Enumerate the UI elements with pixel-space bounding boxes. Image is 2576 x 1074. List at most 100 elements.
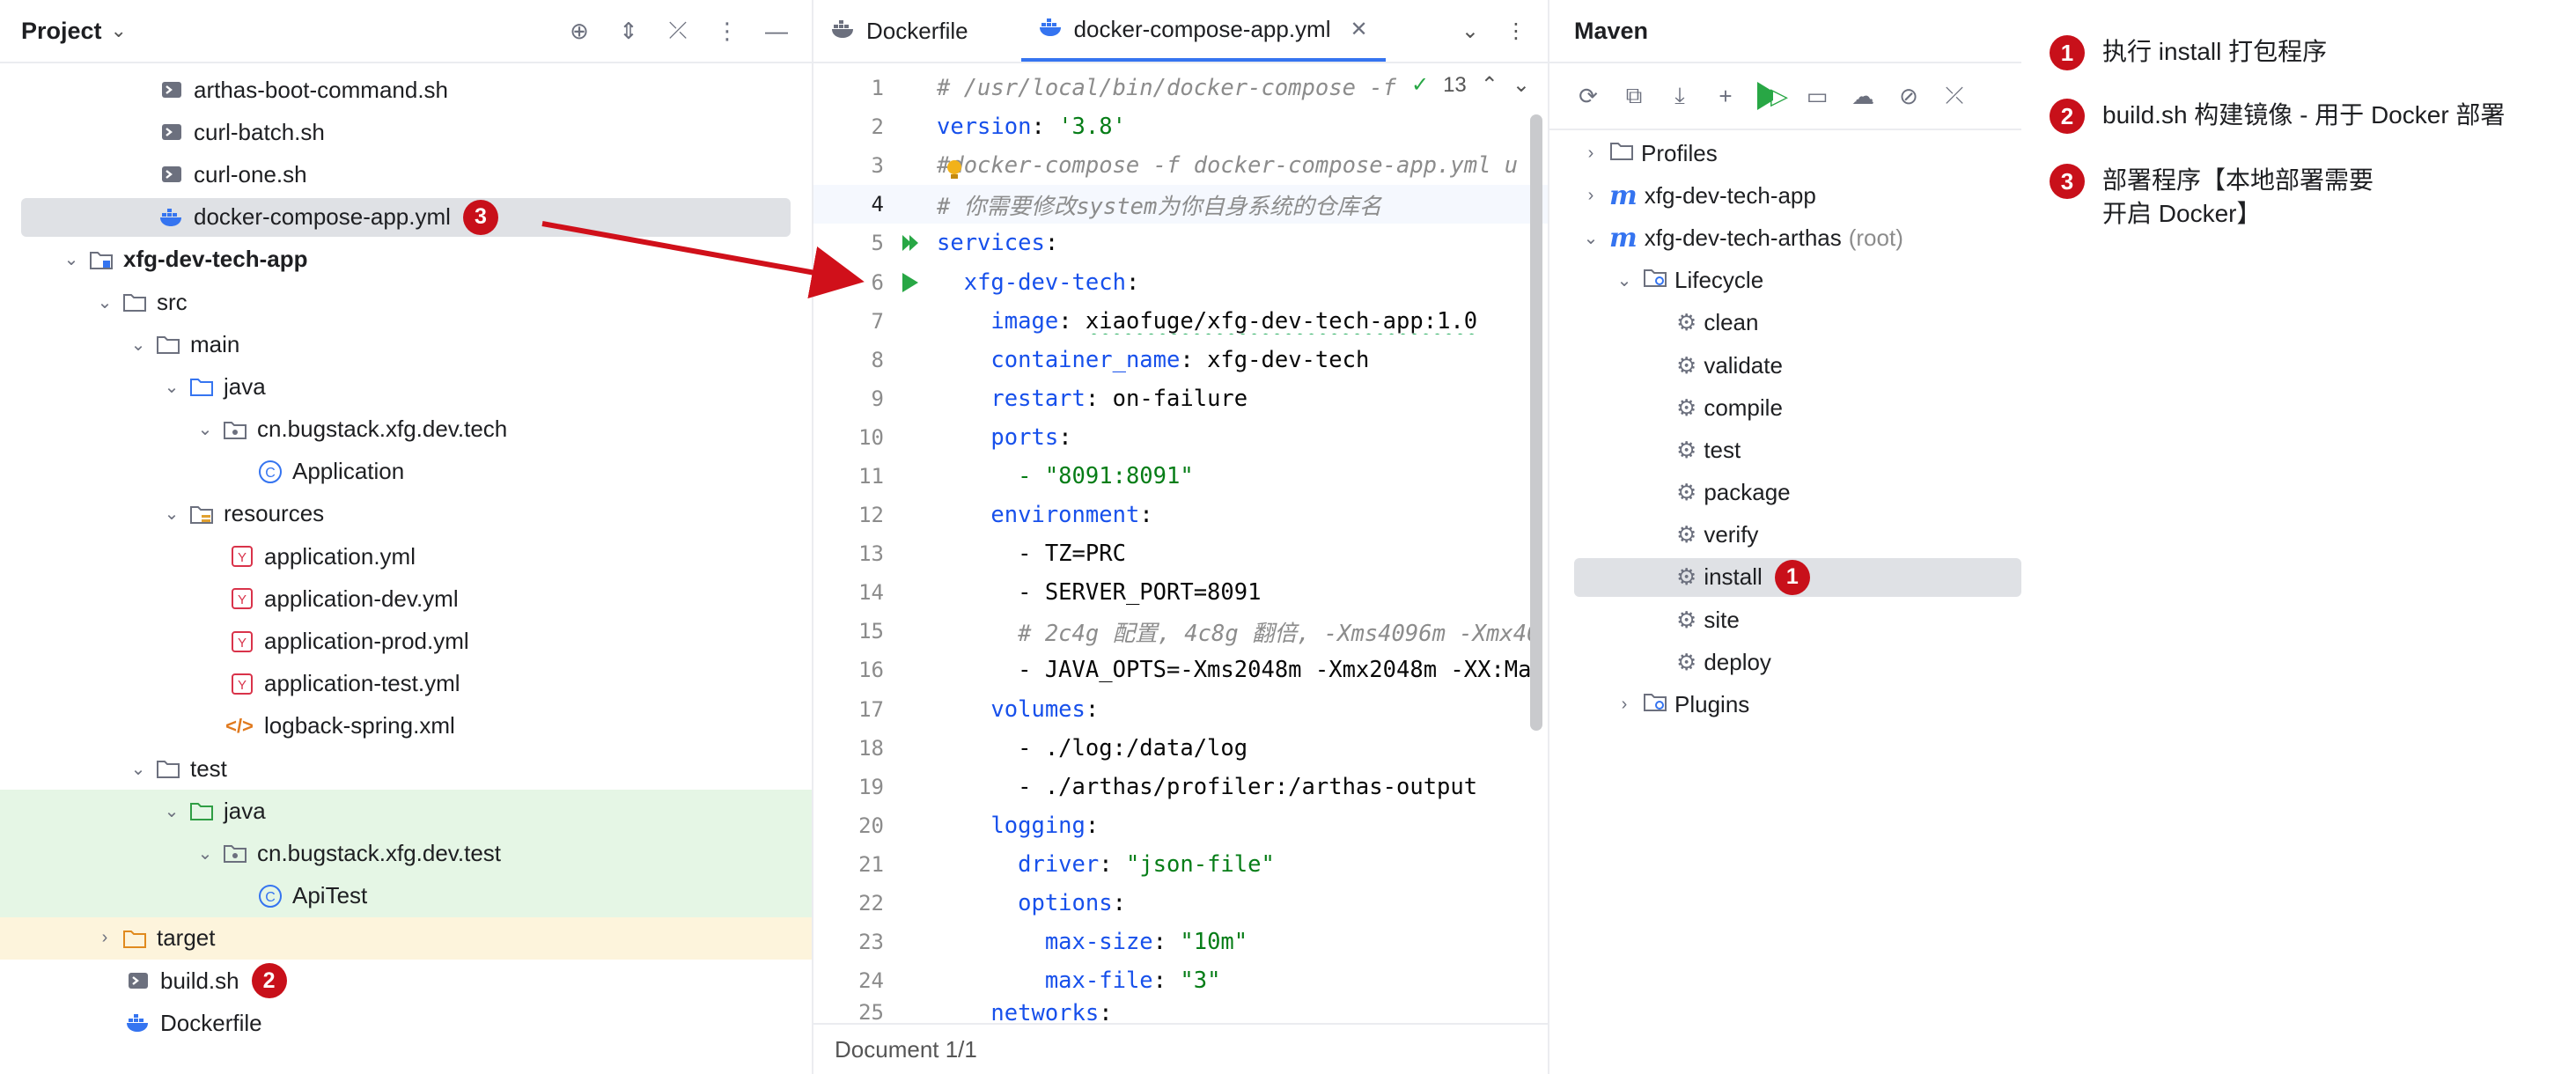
project-panel-title[interactable]: Project xyxy=(21,18,102,45)
tree-item[interactable]: curl-one.sh xyxy=(0,153,812,195)
chevron-down-icon[interactable]: ⌄ xyxy=(1613,269,1636,291)
chevron-down-icon[interactable]: ⌄ xyxy=(160,376,183,398)
line-number: 14 xyxy=(858,580,884,606)
tab-docker-compose-app[interactable]: docker-compose-app.yml ✕ xyxy=(1020,0,1386,62)
execute-goal-icon[interactable]: ▭ xyxy=(1803,82,1831,110)
tree-item[interactable]: Dockerfile xyxy=(0,1002,812,1044)
tree-item[interactable]: ⌄ xfg-dev-tech-app xyxy=(0,239,812,281)
chevron-down-icon[interactable]: ⌄ xyxy=(60,248,83,270)
reload-icon[interactable]: ⟳ xyxy=(1574,82,1602,110)
maven-goal-label: deploy xyxy=(1704,648,1771,675)
maven-tree-item[interactable]: › Profiles xyxy=(1549,132,2021,174)
more-options-icon[interactable]: ⋮ xyxy=(1505,18,1527,44)
tree-item[interactable]: ⌄ test xyxy=(0,747,812,790)
tree-item[interactable]: ⌄ cn.bugstack.xfg.dev.test xyxy=(0,832,812,875)
tree-item[interactable]: Y application-dev.yml xyxy=(0,577,812,620)
chevron-down-icon[interactable]: ⌄ xyxy=(127,758,150,780)
tree-item[interactable]: › target xyxy=(0,916,812,960)
chevron-down-icon[interactable]: ⌄ xyxy=(1512,72,1530,98)
maven-tree-item[interactable]: ⌄ Lifecycle xyxy=(1549,260,2021,302)
code-line: 11 - "8091:8091" xyxy=(813,457,1548,496)
line-number: 22 xyxy=(858,891,884,916)
maven-goal-verify[interactable]: ⚙ verify xyxy=(1549,514,2021,556)
tree-item-label: cn.bugstack.xfg.dev.test xyxy=(257,839,501,866)
tab-dockerfile[interactable]: Dockerfile xyxy=(813,0,986,62)
add-icon[interactable]: + xyxy=(1711,82,1740,110)
chevron-down-icon[interactable]: ⌄ xyxy=(1461,18,1479,44)
note-2: 2 build.sh 构建镜像 - 用于 Docker 部署 xyxy=(2050,99,2505,134)
tree-item[interactable]: </> logback-spring.xml xyxy=(0,705,812,747)
chevron-down-icon[interactable]: ⌄ xyxy=(160,800,183,822)
intention-bulb-icon[interactable] xyxy=(946,158,963,181)
maven-goal-deploy[interactable]: ⚙ deploy xyxy=(1549,641,2021,683)
yaml-key: services xyxy=(937,230,1045,257)
tree-item[interactable]: Y application.yml xyxy=(0,535,812,577)
collapse-icon[interactable]: ⤫ xyxy=(1940,82,1969,110)
generate-sources-icon[interactable]: ⧉ xyxy=(1620,82,1648,110)
download-icon[interactable]: ⤓ xyxy=(1666,82,1694,110)
tree-item[interactable]: ⌄ java xyxy=(0,790,812,833)
editor-scrollbar[interactable] xyxy=(1530,114,1542,731)
chevron-right-icon[interactable]: › xyxy=(1579,143,1602,164)
tree-item[interactable]: curl-batch.sh xyxy=(0,111,812,153)
maven-goal-package[interactable]: ⚙ package xyxy=(1549,472,2021,514)
tree-item[interactable]: C Application xyxy=(0,451,812,493)
inspection-widget[interactable]: ✓ 13 ⌃ ⌄ xyxy=(1402,72,1539,98)
line-number: 7 xyxy=(871,308,884,334)
tree-item[interactable]: build.sh 2 xyxy=(0,960,812,1002)
expand-all-icon[interactable]: ⇕ xyxy=(615,17,643,45)
skip-tests-icon[interactable]: ⊘ xyxy=(1895,82,1923,110)
tree-item[interactable]: C ApiTest xyxy=(0,874,812,917)
line-number: 10 xyxy=(858,424,884,450)
annotation-notes: 1 执行 install 打包程序 2 build.sh 构建镜像 - 用于 D… xyxy=(2021,0,2576,1074)
chevron-down-icon[interactable]: ⌄ xyxy=(127,334,150,356)
maven-goal-label: package xyxy=(1704,479,1791,506)
tree-item[interactable]: ⌄ java xyxy=(0,365,812,408)
excluded-folder-icon xyxy=(121,925,148,952)
chevron-down-icon[interactable]: ⌄ xyxy=(194,418,217,440)
tab-label: docker-compose-app.yml xyxy=(1073,15,1331,42)
maven-goal-compile[interactable]: ⚙ compile xyxy=(1549,386,2021,429)
chevron-down-icon[interactable]: ⌄ xyxy=(194,842,217,864)
maven-tree-item[interactable]: ⌄ m xfg-dev-tech-arthas (root) xyxy=(1549,217,2021,259)
tree-item-selected[interactable]: docker-compose-app.yml 3 xyxy=(0,196,812,239)
chevron-down-icon[interactable]: ⌄ xyxy=(111,19,127,42)
offline-mode-icon[interactable]: ☁ xyxy=(1849,82,1877,110)
run-icon[interactable]: ▷ xyxy=(1757,82,1788,110)
chevron-down-icon[interactable]: ⌄ xyxy=(160,503,183,525)
tree-item[interactable]: ⌄ main xyxy=(0,323,812,365)
maven-goal-clean[interactable]: ⚙ clean xyxy=(1549,302,2021,344)
chevron-up-icon[interactable]: ⌃ xyxy=(1481,72,1498,98)
maven-goal-validate[interactable]: ⚙ validate xyxy=(1549,344,2021,386)
chevron-right-icon[interactable]: › xyxy=(93,928,116,948)
tree-item-label: Dockerfile xyxy=(160,1009,262,1036)
maven-tree-item[interactable]: › Plugins xyxy=(1549,683,2021,725)
tree-item[interactable]: Y application-prod.yml xyxy=(0,620,812,662)
maven-tree-item[interactable]: › m xfg-dev-tech-app xyxy=(1549,174,2021,217)
maven-goal-site[interactable]: ⚙ site xyxy=(1549,599,2021,641)
chevron-down-icon[interactable]: ⌄ xyxy=(1579,227,1602,249)
locate-icon[interactable]: ⊕ xyxy=(565,17,593,45)
collapse-all-icon[interactable]: ⤫ xyxy=(664,17,692,45)
package-icon xyxy=(222,416,248,443)
code-line: 13 - TZ=PRC xyxy=(813,534,1548,573)
tree-item[interactable]: ⌄ resources xyxy=(0,493,812,535)
more-options-icon[interactable]: ⋮ xyxy=(713,17,741,45)
tree-item[interactable]: ⌄ cn.bugstack.xfg.dev.tech xyxy=(0,408,812,451)
tree-item[interactable]: arthas-boot-command.sh xyxy=(0,69,812,111)
maven-goal-test[interactable]: ⚙ test xyxy=(1549,429,2021,471)
chevron-down-icon[interactable]: ⌄ xyxy=(93,291,116,313)
run-service-icon[interactable] xyxy=(884,272,937,292)
tree-item[interactable]: ⌄ src xyxy=(0,281,812,323)
maven-goal-install[interactable]: ⚙ install 1 xyxy=(1549,556,2021,599)
tree-item[interactable]: Y application-test.yml xyxy=(0,663,812,705)
chevron-right-icon[interactable]: › xyxy=(1613,695,1636,715)
maven-panel: Maven ⟳ ⧉ ⤓ + ▷ ▭ ☁ ⊘ ⤫ › Profiles › m x… xyxy=(1549,0,2021,1074)
minimize-icon[interactable]: — xyxy=(762,17,791,45)
run-all-services-icon[interactable] xyxy=(884,232,937,254)
code-area[interactable]: 1 # /usr/local/bin/docker-compose -f 2 ver… xyxy=(813,69,1548,1021)
chevron-right-icon[interactable]: › xyxy=(1579,186,1602,206)
note-text-line: 开启 Docker】 xyxy=(2102,200,2262,227)
step-2-badge: 2 xyxy=(251,963,287,999)
close-icon[interactable]: ✕ xyxy=(1350,17,1367,42)
